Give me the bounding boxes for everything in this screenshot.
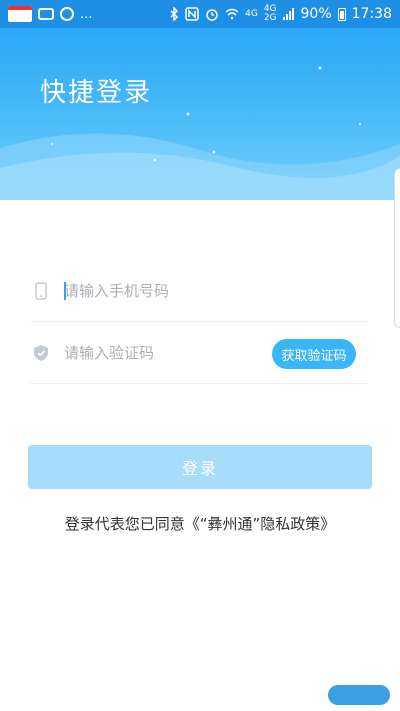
login-button[interactable]: 登录 bbox=[28, 445, 372, 489]
message-icon bbox=[38, 8, 54, 20]
clock: 17:38 bbox=[351, 6, 392, 22]
sync-icon bbox=[60, 7, 74, 21]
get-code-button[interactable]: 获取验证码 bbox=[272, 339, 356, 369]
status-bar: ... 4G 4G 2G 90% 17:38 bbox=[0, 0, 400, 28]
network-2g-bottom: 2G bbox=[263, 13, 277, 23]
watermark-logo bbox=[328, 685, 390, 705]
privacy-agreement: 登录代表您已同意《“彝州通”隐私政策》 bbox=[0, 513, 400, 534]
phone-icon bbox=[32, 282, 50, 300]
status-left: ... bbox=[8, 6, 92, 22]
header-wave-decoration bbox=[0, 66, 400, 200]
shield-icon bbox=[32, 344, 50, 362]
bluetooth-icon bbox=[169, 7, 179, 21]
status-right: 4G 4G 2G 90% 17:38 bbox=[169, 5, 392, 23]
phone-input[interactable] bbox=[64, 278, 264, 304]
text-cursor bbox=[64, 282, 66, 300]
agreement-prefix: 登录代表您已同意 bbox=[64, 515, 185, 533]
privacy-policy-link[interactable]: 《“彝州通”隐私政策》 bbox=[185, 515, 336, 533]
alarm-icon bbox=[205, 7, 219, 21]
battery-icon bbox=[337, 7, 346, 21]
verification-code-field: 获取验证码 bbox=[30, 322, 368, 384]
battery-percent: 90% bbox=[300, 6, 332, 22]
nfc-icon bbox=[185, 7, 199, 21]
page-title: 快捷登录 bbox=[40, 78, 153, 108]
wifi-icon bbox=[225, 8, 239, 20]
phone-field bbox=[30, 260, 368, 322]
verification-code-input[interactable] bbox=[64, 340, 264, 366]
app-notification-icon bbox=[8, 6, 32, 22]
network-dual-label: 4G 2G bbox=[264, 5, 277, 23]
network-4g-label: 4G bbox=[245, 8, 258, 19]
more-notifications: ... bbox=[80, 6, 93, 22]
signal-icon bbox=[282, 8, 295, 20]
header-banner: 快捷登录 bbox=[0, 28, 400, 200]
side-drawer-handle[interactable] bbox=[394, 168, 400, 328]
